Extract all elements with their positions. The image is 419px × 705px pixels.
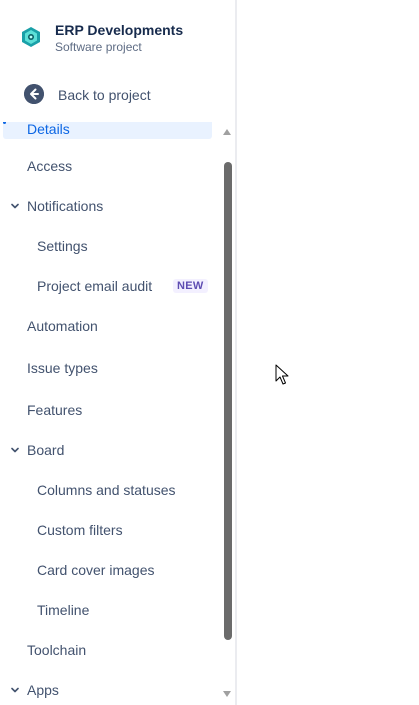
- project-avatar-icon: [22, 27, 40, 47]
- mouse-cursor-icon: [275, 364, 289, 385]
- nav-item-label: Automation: [27, 318, 98, 334]
- nav-item-label: Toolchain: [27, 642, 87, 658]
- nav-item-label: Project email audit: [37, 278, 153, 294]
- nav-item-automation[interactable]: Automation: [3, 315, 212, 339]
- main-content-area: [237, 0, 419, 705]
- nav-item-label: Access: [27, 158, 73, 174]
- scroll-down-arrow-icon[interactable]: [222, 690, 232, 698]
- nav-item-columns-and-statuses[interactable]: Columns and statuses: [3, 479, 212, 503]
- nav-item-label: Board: [27, 442, 65, 458]
- nav-item-board[interactable]: Board: [3, 439, 212, 463]
- nav-item-custom-filters[interactable]: Custom filters: [3, 519, 212, 543]
- nav-item-label: Custom filters: [37, 522, 123, 538]
- nav-item-apps[interactable]: Apps: [3, 679, 212, 703]
- chevron-down-icon[interactable]: [11, 202, 19, 210]
- nav-item-toolchain[interactable]: Toolchain: [3, 639, 212, 663]
- sidebar-scrollbar[interactable]: [220, 122, 234, 705]
- nav-item-timeline[interactable]: Timeline: [3, 599, 212, 623]
- nav-item-label: Apps: [27, 682, 59, 698]
- chevron-down-icon[interactable]: [11, 446, 19, 454]
- nav-item-label: Details: [27, 122, 70, 137]
- project-header[interactable]: ERP Developments Software project: [0, 14, 235, 62]
- nav-item-card-cover-images[interactable]: Card cover images: [3, 559, 212, 583]
- back-to-project-button[interactable]: Back to project: [0, 80, 228, 110]
- nav-item-label: Card cover images: [37, 562, 155, 578]
- nav-item-details[interactable]: Details: [3, 122, 212, 139]
- project-settings-sidebar: ERP Developments Software project Back t…: [0, 0, 235, 705]
- nav-item-label: Features: [27, 402, 83, 418]
- selected-indicator: [3, 122, 6, 124]
- nav-item-project-email-audit[interactable]: Project email audit NEW: [3, 275, 212, 299]
- nav-item-label: Timeline: [37, 602, 90, 618]
- nav-item-issue-types[interactable]: Issue types: [3, 357, 212, 381]
- project-type: Software project: [55, 40, 142, 54]
- settings-nav: Details Access Notifications Settings Pr…: [0, 122, 235, 705]
- nav-item-label: Columns and statuses: [37, 482, 176, 498]
- chevron-down-icon[interactable]: [11, 686, 19, 694]
- scroll-up-arrow-icon[interactable]: [222, 128, 232, 136]
- nav-item-label: Notifications: [27, 198, 104, 214]
- new-badge: NEW: [173, 279, 208, 293]
- back-to-project-label: Back to project: [58, 87, 151, 103]
- nav-item-settings[interactable]: Settings: [3, 235, 212, 259]
- nav-item-notifications[interactable]: Notifications: [3, 195, 212, 219]
- nav-item-label: Settings: [37, 238, 88, 254]
- project-name: ERP Developments: [55, 22, 184, 38]
- nav-item-label: Issue types: [27, 360, 98, 376]
- nav-item-access[interactable]: Access: [3, 155, 212, 179]
- scrollbar-thumb[interactable]: [224, 162, 232, 640]
- arrow-left-icon: [24, 84, 44, 104]
- nav-item-features[interactable]: Features: [3, 399, 212, 423]
